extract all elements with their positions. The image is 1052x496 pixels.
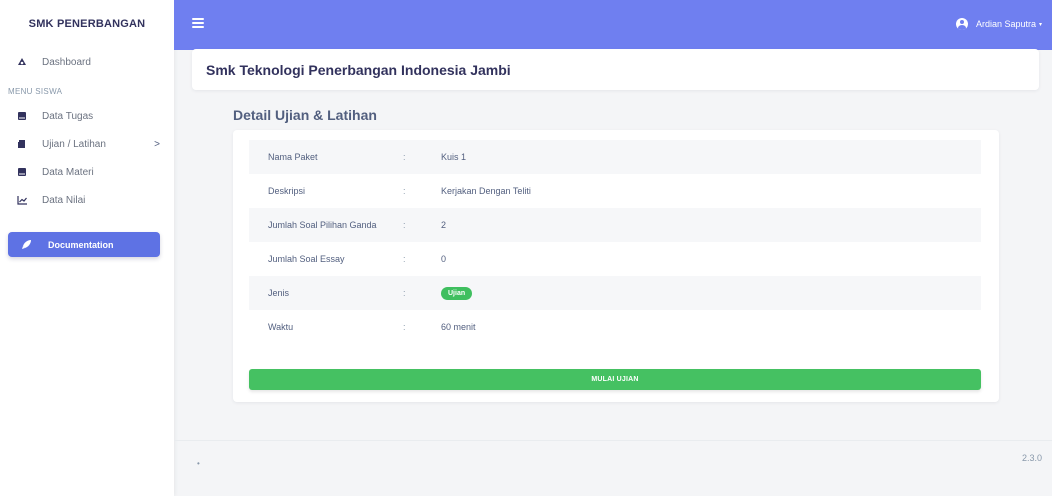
rocket-icon xyxy=(20,239,32,251)
documentation-button[interactable]: Documentation xyxy=(8,232,160,257)
sidebar-item-ujian-latihan[interactable]: Ujian / Latihan > xyxy=(0,130,174,158)
detail-separator: : xyxy=(403,288,406,298)
detail-label: Deskripsi xyxy=(268,186,306,196)
detail-value: Kerjakan Dengan Teliti xyxy=(441,186,531,196)
book-icon xyxy=(16,110,28,122)
sidebar-item-label: Ujian / Latihan xyxy=(42,138,106,150)
start-exam-button[interactable]: MULAI UJIAN xyxy=(249,369,981,390)
page-header-card: Smk Teknologi Penerbangan Indonesia Jamb… xyxy=(192,49,1039,90)
detail-row-jumlah-pilihan-ganda: Jumlah Soal Pilihan Ganda : 2 xyxy=(249,208,981,242)
sidebar-item-data-nilai[interactable]: Data Nilai xyxy=(0,186,174,214)
menu-toggle-icon[interactable] xyxy=(192,18,204,28)
user-name: Ardian Saputra xyxy=(975,19,1036,29)
detail-separator: : xyxy=(403,186,406,196)
detail-value: 2 xyxy=(441,220,447,230)
version-label: 2.3.0 xyxy=(1021,453,1042,463)
detail-row-jumlah-essay: Jumlah Soal Essay : 0 xyxy=(249,242,981,276)
detail-separator: : xyxy=(403,220,406,230)
sidebar-item-dashboard[interactable]: Dashboard xyxy=(0,48,174,76)
detail-label: Jumlah Soal Pilihan Ganda xyxy=(268,220,377,230)
top-navbar: Ardian Saputra ▾ xyxy=(174,0,1052,50)
sidebar-item-label: Data Nilai xyxy=(42,194,86,206)
user-menu[interactable]: Ardian Saputra ▾ xyxy=(955,18,1042,30)
brand-logo[interactable]: SMK PENERBANGAN xyxy=(0,0,174,48)
sidebar-item-label: Data Materi xyxy=(42,166,94,178)
dashboard-icon xyxy=(16,56,28,68)
detail-row-deskripsi: Deskripsi : Kerjakan Dengan Teliti xyxy=(249,174,981,208)
document-icon xyxy=(16,138,28,150)
sidebar-item-label: Data Tugas xyxy=(42,110,94,122)
sidebar-item-data-tugas[interactable]: Data Tugas xyxy=(0,102,174,130)
detail-separator: : xyxy=(403,254,406,264)
sidebar-item-data-materi[interactable]: Data Materi xyxy=(0,158,174,186)
detail-value: 60 menit xyxy=(441,322,476,332)
detail-row-nama-paket: Nama Paket : Kuis 1 xyxy=(249,140,981,174)
detail-value: 0 xyxy=(441,254,447,264)
detail-separator: : xyxy=(403,322,406,332)
footer-divider xyxy=(174,440,1052,441)
detail-row-waktu: Waktu : 60 menit xyxy=(249,310,981,344)
documentation-label: Documentation xyxy=(48,239,114,250)
book-icon xyxy=(16,166,28,178)
detail-label: Nama Paket xyxy=(268,152,318,162)
detail-label: Jenis xyxy=(268,288,290,298)
detail-card: Nama Paket : Kuis 1 Deskripsi : Kerjakan… xyxy=(233,130,999,402)
sidebar-section-label: MENU SISWA xyxy=(8,86,63,96)
sidebar-item-label: Dashboard xyxy=(42,56,91,68)
detail-value: Ujian xyxy=(441,286,981,300)
page-title: Smk Teknologi Penerbangan Indonesia Jamb… xyxy=(206,61,511,78)
detail-label: Jumlah Soal Essay xyxy=(268,254,345,264)
detail-separator: : xyxy=(403,152,406,162)
detail-table: Nama Paket : Kuis 1 Deskripsi : Kerjakan… xyxy=(249,140,981,344)
user-avatar-icon xyxy=(955,18,968,30)
footer-bullet: • xyxy=(197,459,200,468)
detail-row-jenis: Jenis : Ujian xyxy=(249,276,981,310)
detail-label: Waktu xyxy=(268,322,294,332)
detail-value: Kuis 1 xyxy=(441,152,467,162)
chevron-right-icon: > xyxy=(154,138,160,150)
sidebar: SMK PENERBANGAN Dashboard MENU SISWA Dat… xyxy=(0,0,174,496)
caret-down-icon: ▾ xyxy=(1038,21,1042,28)
status-badge: Ujian xyxy=(441,286,473,300)
chart-icon xyxy=(16,194,28,206)
detail-title: Detail Ujian & Latihan xyxy=(233,107,377,123)
